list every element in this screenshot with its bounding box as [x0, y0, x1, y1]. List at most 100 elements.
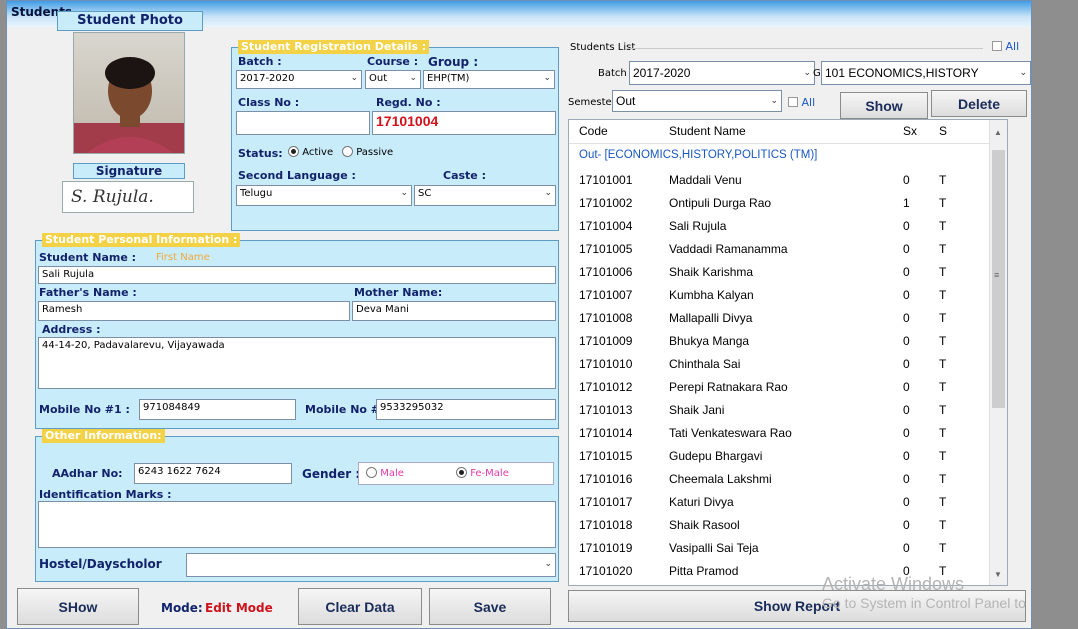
row-s: T: [939, 357, 947, 371]
row-code: 17101006: [579, 265, 633, 279]
batch-select[interactable]: 2017-2020 ⌄: [236, 70, 362, 89]
course-label: Course :: [367, 55, 419, 68]
table-row[interactable]: 17101017 Katuri Divya 0 T: [569, 491, 989, 514]
row-s: T: [939, 265, 947, 279]
classno-input[interactable]: [236, 111, 370, 135]
address-input[interactable]: 44-14-20, Padavalarevu, Vijayawada: [38, 337, 556, 389]
mobile2-input[interactable]: 9533295032: [376, 399, 556, 420]
chevron-down-icon: ⌄: [770, 95, 778, 105]
group-label: Group :: [428, 55, 479, 69]
course-select-value: Out: [369, 73, 388, 84]
students-list-divider: [627, 48, 983, 49]
row-code: 17101014: [579, 426, 633, 440]
table-row[interactable]: 17101016 Cheemala Lakshmi 0 T: [569, 468, 989, 491]
chevron-down-icon: ⌄: [803, 67, 811, 77]
delete-button[interactable]: Delete: [931, 90, 1027, 117]
personal-legend: Student Personal Information :: [42, 233, 241, 247]
table-row[interactable]: 17101002 Ontipuli Durga Rao 1 T: [569, 192, 989, 215]
row-student-name: Shaik Jani: [669, 403, 725, 417]
semester-all-label: All: [801, 96, 816, 109]
row-code: 17101010: [579, 357, 633, 371]
clear-data-button[interactable]: Clear Data: [298, 588, 422, 625]
status-active-label: Active: [302, 147, 334, 158]
regd-input[interactable]: 17101004: [372, 111, 556, 135]
table-row[interactable]: 17101007 Kumbha Kalyan 0 T: [569, 284, 989, 307]
row-sx: 0: [903, 219, 910, 233]
table-row[interactable]: 17101005 Vaddadi Ramanamma 0 T: [569, 238, 989, 261]
row-s: T: [939, 380, 947, 394]
row-sx: 0: [903, 242, 910, 256]
other-panel: Other Information: AAdhar No: 6243 1622 …: [35, 429, 559, 582]
all-top-checkbox[interactable]: All: [992, 40, 1019, 53]
gender-female-radio[interactable]: Fe-Male: [456, 467, 509, 479]
student-photo[interactable]: [73, 32, 185, 154]
status-active-radio[interactable]: Active: [288, 146, 333, 158]
table-row[interactable]: 17101014 Tati Venkateswara Rao 0 T: [569, 422, 989, 445]
table-row[interactable]: 17101008 Mallapalli Divya 0 T: [569, 307, 989, 330]
table-row[interactable]: 17101015 Gudepu Bhargavi 0 T: [569, 445, 989, 468]
semester-all-checkbox[interactable]: All: [788, 96, 815, 109]
signature-text: S. Rujula.: [71, 187, 154, 207]
row-student-name: Maddali Venu: [669, 173, 742, 187]
status-passive-radio[interactable]: Passive: [342, 146, 393, 158]
table-row[interactable]: 17101009 Bhukya Manga 0 T: [569, 330, 989, 353]
row-sx: 0: [903, 472, 910, 486]
caste-select[interactable]: SC ⌄: [414, 185, 556, 206]
save-button[interactable]: Save: [429, 588, 551, 625]
row-student-name: Ontipuli Durga Rao: [669, 196, 772, 210]
header-s[interactable]: S: [939, 124, 947, 138]
header-code[interactable]: Code: [579, 124, 608, 138]
father-name-input[interactable]: Ramesh: [38, 301, 350, 321]
table-row[interactable]: 17101019 Vasipalli Sai Teja 0 T: [569, 537, 989, 560]
students-list-title: Students List: [570, 42, 636, 53]
idmarks-input[interactable]: [38, 501, 556, 548]
signature-image[interactable]: S. Rujula.: [62, 181, 194, 213]
second-language-select[interactable]: Telugu ⌄: [236, 185, 412, 206]
checkbox-icon: [992, 41, 1002, 51]
row-student-name: Tati Venkateswara Rao: [669, 426, 792, 440]
header-student-name[interactable]: Student Name: [669, 124, 746, 138]
semester-select[interactable]: Out ⌄: [612, 90, 782, 112]
group-select[interactable]: EHP(TM) ⌄: [423, 70, 555, 89]
hostel-select[interactable]: ⌄: [186, 553, 556, 577]
table-row[interactable]: 17101013 Shaik Jani 0 T: [569, 399, 989, 422]
list-show-button[interactable]: Show: [840, 92, 928, 119]
mobile1-input[interactable]: 971084849: [139, 399, 296, 420]
row-student-name: Katuri Divya: [669, 495, 734, 509]
students-window: Students... Student Photo Signature S. R…: [6, 0, 1032, 629]
student-name-input[interactable]: Sali Rujula: [38, 266, 556, 284]
list-group-select[interactable]: 101 ECONOMICS,HISTORY ⌄: [821, 61, 1031, 85]
header-sx[interactable]: Sx: [903, 124, 917, 138]
student-name-hint: First Name: [156, 252, 210, 263]
student-photo-image: [74, 57, 184, 153]
batch-label: Batch :: [238, 55, 282, 68]
caste-select-value: SC: [418, 188, 432, 199]
idmarks-label: Identification Marks :: [39, 488, 172, 501]
students-table[interactable]: Code Student Name Sx S Out- [ECONOMICS,H…: [568, 119, 1008, 586]
aadhar-label: AAdhar No:: [52, 467, 123, 480]
chevron-down-icon: ⌄: [1019, 67, 1027, 77]
table-row[interactable]: 17101001 Maddali Venu 0 T: [569, 169, 989, 192]
gender-male-radio[interactable]: Male: [366, 467, 404, 479]
row-sx: 0: [903, 288, 910, 302]
list-batch-select[interactable]: 2017-2020 ⌄: [629, 61, 815, 85]
student-name-label: Student Name :: [39, 251, 137, 264]
table-row[interactable]: 17101004 Sali Rujula 0 T: [569, 215, 989, 238]
row-code: 17101013: [579, 403, 633, 417]
table-row[interactable]: 17101010 Chinthala Sai 0 T: [569, 353, 989, 376]
show-button[interactable]: SHow: [17, 588, 139, 625]
mode-value: Edit Mode: [205, 601, 273, 615]
table-row[interactable]: 17101018 Shaik Rasool 0 T: [569, 514, 989, 537]
row-student-name: Mallapalli Divya: [669, 311, 753, 325]
mobile1-label: Mobile No #1 :: [39, 403, 130, 416]
table-row[interactable]: 17101006 Shaik Karishma 0 T: [569, 261, 989, 284]
row-sx: 0: [903, 449, 910, 463]
mother-name-input[interactable]: Deva Mani: [352, 301, 556, 321]
vertical-scrollbar[interactable]: ▲ ≡ ▼: [989, 120, 1007, 585]
aadhar-input[interactable]: 6243 1622 7624: [134, 463, 292, 484]
group-row[interactable]: Out- [ECONOMICS,HISTORY,POLITICS (TM)]: [569, 146, 989, 168]
table-row[interactable]: 17101012 Perepi Ratnakara Rao 0 T: [569, 376, 989, 399]
scroll-up-icon[interactable]: ▲: [994, 128, 1002, 137]
course-select[interactable]: Out ⌄: [365, 70, 421, 89]
row-s: T: [939, 288, 947, 302]
